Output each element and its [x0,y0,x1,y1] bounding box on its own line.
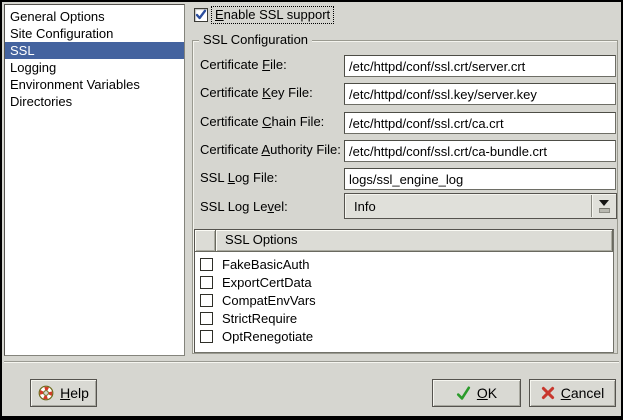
fakebasicauth-checkbox[interactable] [200,258,213,271]
certificate-file-label: Certificate File: [200,56,287,74]
cancel-button[interactable]: Cancel [529,379,616,407]
ssl-options-table: SSL Options FakeBasicAuth ExportCertData… [194,229,614,353]
certificate-authority-file-label: Certificate Authority File: [200,141,341,159]
table-row[interactable]: OptRenegotiate [195,327,613,345]
certificate-key-file-label: Certificate Key File: [200,84,313,102]
option-label: StrictRequire [222,311,297,326]
option-label: ExportCertData [222,275,312,290]
ssl-log-level-label: SSL Log Level: [200,198,288,216]
sidebar-item-site-configuration[interactable]: Site Configuration [5,25,184,42]
ssl-log-file-label: SSL Log File: [200,169,278,187]
ssl-log-level-dropdown[interactable]: Info [344,193,617,219]
option-label: CompatEnvVars [222,293,316,308]
ok-button-label: OK [477,385,497,401]
exportcertdata-checkbox[interactable] [200,276,213,289]
table-row[interactable]: CompatEnvVars [195,291,613,309]
table-header-row: SSL Options [195,230,613,252]
ssl-log-file-input[interactable] [344,168,616,190]
category-list: General Options Site Configuration SSL L… [4,4,185,356]
certificate-file-input[interactable] [344,55,616,77]
optrenegotiate-checkbox[interactable] [200,330,213,343]
certificate-key-file-input[interactable] [344,83,616,105]
ssl-configuration-dialog: General Options Site Configuration SSL L… [0,0,623,420]
table-row[interactable]: FakeBasicAuth [195,255,613,273]
help-button-label: Help [60,385,89,401]
chevron-down-icon [592,200,616,213]
help-button[interactable]: Help [30,379,97,407]
frame-title: SSL Configuration [199,32,312,47]
certificate-authority-file-input[interactable] [344,140,616,162]
checkbox-column-header[interactable] [195,230,216,252]
certificate-chain-file-label: Certificate Chain File: [200,113,324,131]
option-label: FakeBasicAuth [222,257,309,272]
table-row[interactable]: StrictRequire [195,309,613,327]
cancel-button-label: Cancel [561,385,605,401]
compatenvvars-checkbox[interactable] [200,294,213,307]
ok-button[interactable]: OK [432,379,521,407]
ssl-log-level-value: Info [345,199,591,214]
enable-ssl-checkbox[interactable] [194,8,208,22]
x-cancel-icon [541,386,555,400]
ssl-options-column-header[interactable]: SSL Options [216,230,613,252]
option-label: OptRenegotiate [222,329,313,344]
sidebar-item-logging[interactable]: Logging [5,59,184,76]
button-area-separator [4,361,619,363]
sidebar-item-environment-variables[interactable]: Environment Variables [5,76,184,93]
lifesaver-help-icon [38,385,54,401]
enable-ssl-label[interactable]: Enable SSL support [211,6,334,24]
checkmark-icon [195,9,207,21]
strictrequire-checkbox[interactable] [200,312,213,325]
table-row[interactable]: ExportCertData [195,273,613,291]
check-ok-icon [456,386,471,401]
sidebar-item-directories[interactable]: Directories [5,93,184,110]
certificate-chain-file-input[interactable] [344,112,616,134]
sidebar-item-general-options[interactable]: General Options [5,8,184,25]
sidebar-item-ssl[interactable]: SSL [5,42,184,59]
